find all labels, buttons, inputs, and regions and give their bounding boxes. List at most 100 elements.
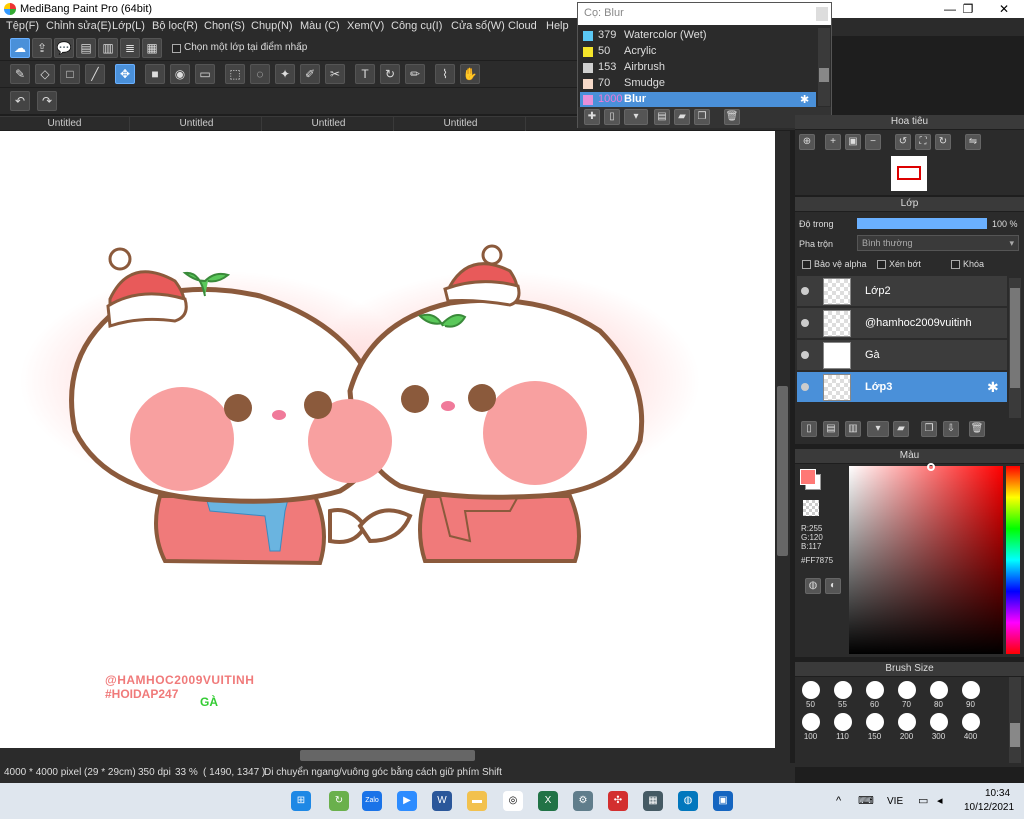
- horizontal-scroll-thumb[interactable]: [300, 750, 475, 761]
- layer-row[interactable]: @hamhoc2009vuitinh: [797, 308, 1007, 339]
- clock-date[interactable]: 10/12/2021: [964, 802, 1014, 813]
- zoom-icon[interactable]: ▶: [397, 791, 417, 811]
- select-pen-tool-icon[interactable]: ✐: [300, 64, 320, 84]
- file-explorer-icon[interactable]: ▬: [467, 791, 487, 811]
- medibang-icon[interactable]: ◎: [503, 791, 523, 811]
- layer-row[interactable]: Lớp2: [797, 276, 1007, 307]
- brush-item-blur[interactable]: 1000 Blur ✱: [580, 92, 816, 108]
- saturation-value-picker[interactable]: [849, 463, 1003, 654]
- brush-tool-icon[interactable]: ✎: [10, 64, 30, 84]
- brush-size-option[interactable]: 150: [859, 709, 890, 741]
- layer-row-selected[interactable]: Lớp3 ✱: [797, 372, 1007, 403]
- network-icon[interactable]: ▭: [918, 794, 928, 807]
- brush-size-scroll-thumb[interactable]: [1010, 723, 1020, 747]
- zoom-out-icon[interactable]: −: [865, 134, 881, 150]
- language-indicator[interactable]: VIE: [887, 796, 903, 807]
- brush-list-scrollbar[interactable]: [818, 28, 830, 106]
- tab-document-1[interactable]: Untitled: [0, 117, 130, 131]
- brush-item-acrylic[interactable]: 50 Acrylic: [580, 44, 816, 60]
- vertical-scroll-thumb[interactable]: [777, 386, 788, 556]
- hand-tool-icon[interactable]: ✋: [460, 64, 480, 84]
- upload-icon[interactable]: ⇪: [32, 38, 52, 58]
- new-halftone-layer-icon[interactable]: ▤: [823, 421, 839, 437]
- network-app-icon[interactable]: ◍: [678, 791, 698, 811]
- add-brush-icon[interactable]: ✚: [584, 109, 600, 125]
- brush-item-watercolor[interactable]: 379 Watercolor (Wet): [580, 28, 816, 44]
- opacity-slider[interactable]: [857, 218, 987, 229]
- select-eraser-tool-icon[interactable]: ✂: [325, 64, 345, 84]
- keyboard-icon[interactable]: ⌨: [858, 794, 874, 807]
- volume-icon[interactable]: ◂: [937, 794, 943, 807]
- select-rect-tool-icon[interactable]: ⬚: [225, 64, 245, 84]
- merge-layer-icon[interactable]: ⇩: [943, 421, 959, 437]
- menu-tools[interactable]: Công cụ(I): [391, 20, 442, 32]
- drawing-canvas[interactable]: @HAMHOC2009VUITINH #HOIDAP247 GÀ: [0, 131, 775, 748]
- zalo-icon[interactable]: Zalo: [362, 791, 382, 811]
- brush-size-scrollbar[interactable]: [1009, 677, 1021, 763]
- rectangle-tool-icon[interactable]: □: [60, 64, 80, 84]
- windows-start-icon[interactable]: ⊞: [291, 791, 311, 811]
- tab-document-2[interactable]: Untitled: [132, 117, 262, 131]
- layer-folder-icon[interactable]: ▰: [893, 421, 909, 437]
- menu-cloud[interactable]: Cloud: [508, 20, 537, 32]
- menu-edit[interactable]: Chỉnh sửa(E): [46, 20, 111, 32]
- remote-desktop-icon[interactable]: ▣: [713, 791, 733, 811]
- menu-capture[interactable]: Chụp(N): [251, 20, 293, 32]
- blend-mode-select[interactable]: Bình thường ▾: [857, 235, 1019, 251]
- eye-icon[interactable]: [801, 351, 809, 359]
- calculator-icon[interactable]: ▦: [643, 791, 663, 811]
- word-icon[interactable]: W: [432, 791, 452, 811]
- brush-search-input[interactable]: Cọ: Blur: [578, 3, 831, 25]
- color-picker-cursor[interactable]: [927, 463, 935, 471]
- new-layer-icon[interactable]: ▯: [801, 421, 817, 437]
- brush-list-scroll-thumb[interactable]: [819, 68, 829, 82]
- zoom-fit-icon[interactable]: ⊕: [799, 134, 815, 150]
- comment-icon[interactable]: ▤: [76, 38, 96, 58]
- delete-layer-icon[interactable]: 🗑: [969, 421, 985, 437]
- line-tool-icon[interactable]: ╱: [85, 64, 105, 84]
- close-button[interactable]: ✕: [986, 0, 1022, 18]
- transparent-color-swatch[interactable]: [803, 500, 819, 516]
- menu-select[interactable]: Chọn(S): [204, 20, 245, 32]
- operation-tool-icon[interactable]: ↻: [380, 64, 400, 84]
- clock-time[interactable]: 10:34: [985, 788, 1010, 799]
- eye-icon[interactable]: [801, 287, 809, 295]
- brush-size-option[interactable]: 70: [891, 677, 922, 709]
- menu-window[interactable]: Cửa sổ(W): [451, 20, 505, 32]
- gradient-tool-icon[interactable]: ▭: [195, 64, 215, 84]
- brush-size-option[interactable]: 400: [955, 709, 986, 741]
- search-clear-icon[interactable]: [816, 7, 828, 21]
- brush-size-option[interactable]: 80: [923, 677, 954, 709]
- flip-icon[interactable]: ⇋: [965, 134, 981, 150]
- layers-scroll-thumb[interactable]: [1010, 288, 1020, 388]
- hue-slider[interactable]: [1006, 466, 1020, 654]
- navigator-thumbnail[interactable]: [891, 156, 927, 191]
- panel-icon[interactable]: ▥: [98, 38, 118, 58]
- primary-color-swatch[interactable]: [800, 469, 816, 485]
- new-brush-icon[interactable]: ▯: [604, 109, 620, 125]
- select-layer-checkbox[interactable]: [172, 44, 181, 53]
- move-tool-icon[interactable]: ✥: [115, 64, 135, 84]
- restore-button[interactable]: ❐: [950, 0, 986, 18]
- zoom-in-icon[interactable]: +: [825, 134, 841, 150]
- eye-icon[interactable]: [801, 319, 809, 327]
- lasso-tool-icon[interactable]: ◌: [250, 64, 270, 84]
- delete-brush-icon[interactable]: 🗑: [724, 109, 740, 125]
- menu-file[interactable]: Tệp(F): [6, 20, 39, 32]
- menu-filter[interactable]: Bộ lọc(R): [152, 20, 198, 32]
- brush-size-option[interactable]: 200: [891, 709, 922, 741]
- clipping-checkbox[interactable]: [877, 260, 886, 269]
- eyedropper-tool-icon[interactable]: ⌇: [435, 64, 455, 84]
- rotate-right-icon[interactable]: ↻: [935, 134, 951, 150]
- eraser-tool-icon[interactable]: ◇: [35, 64, 55, 84]
- app-icon[interactable]: ✣: [608, 791, 628, 811]
- undo-icon[interactable]: ↶: [10, 91, 30, 111]
- brush-size-option[interactable]: 55: [827, 677, 858, 709]
- grid-icon[interactable]: ▦: [142, 38, 162, 58]
- settings-gear-icon[interactable]: ⚙: [573, 791, 593, 811]
- tab-document-3[interactable]: Untitled: [264, 117, 394, 131]
- rotate-left-icon[interactable]: ↺: [895, 134, 911, 150]
- brush-settings-gear-icon[interactable]: ✱: [800, 93, 809, 106]
- app-icon[interactable]: ↻: [329, 791, 349, 811]
- eye-icon[interactable]: [801, 383, 809, 391]
